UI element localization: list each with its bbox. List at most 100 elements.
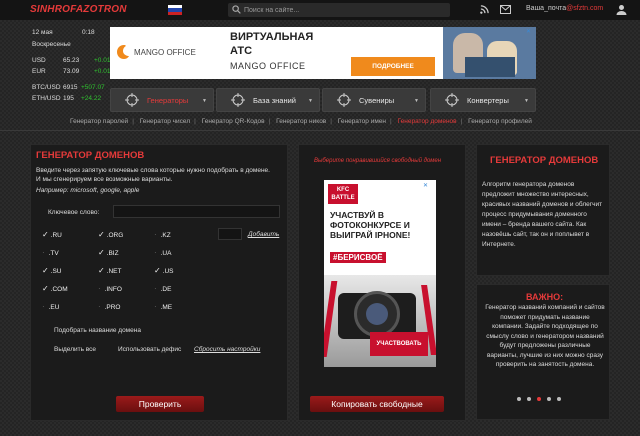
page-title: ГЕНЕРАТОР ДОМЕНОВ [36, 150, 145, 161]
add-link[interactable]: Добавить [248, 230, 279, 239]
nav-converters[interactable]: Конвертеры ▼ [430, 88, 536, 112]
rss-icon[interactable] [480, 5, 489, 14]
copy-free-button[interactable]: Копировать свободные [310, 396, 444, 412]
domain-checkbox-net[interactable]: ✓ .NET [98, 266, 121, 275]
nav-label: База знаний [253, 95, 296, 105]
adchoices-icon[interactable]: ✕ [526, 28, 531, 35]
email-input[interactable]: Ваша_почта@sfztn.com [526, 5, 603, 12]
rate-change: +0.01 [94, 68, 111, 75]
about-title: ГЕНЕРАТОР ДОМЕНОВ [490, 155, 599, 166]
nav-label: Генераторы [147, 95, 189, 105]
intro-text: Введите через запятую ключевые слова кот… [36, 167, 270, 183]
subnav-link-qr[interactable]: Генератор QR-Кодов [202, 118, 265, 125]
rate-value: 65.23 [63, 57, 80, 64]
email-domain: @sfztn.com [566, 5, 604, 12]
rate-value: 6915 [63, 84, 78, 91]
slider-dot[interactable] [557, 397, 561, 401]
domain-list: ✓ .RU ✓ .ORG · .KZ Добавить · .TV ✓ .BIZ… [42, 228, 282, 311]
domain-checkbox-biz[interactable]: ✓ .BIZ [98, 248, 119, 257]
ad-banner-kfc[interactable]: KFC BATTLE ✕ УЧАСТВУЙ В ФОТОКОНКУРСЕ И ВЫ… [324, 180, 436, 367]
nav-generators[interactable]: Генераторы ▼ [110, 88, 214, 112]
ad-photo [443, 27, 536, 79]
crosshair-icon [445, 93, 459, 107]
ad-banner-mango[interactable]: MANGO OFFICE ВИРТУАЛЬНАЯ АТС MANGO OFFIC… [110, 27, 536, 79]
subnav-link-passwords[interactable]: Генератор паролей [70, 118, 128, 125]
chevron-down-icon: ▼ [308, 98, 313, 104]
important-title: ВАЖНО: [526, 292, 564, 302]
kfc-badge: KFC BATTLE [328, 184, 358, 204]
about-text: Алгоритм генератора доменов предложит мн… [482, 181, 603, 248]
domain-checkbox-kz[interactable]: · .KZ [154, 230, 171, 239]
subnav-link-numbers[interactable]: Генератор чисел [140, 118, 190, 125]
chevron-down-icon: ▼ [414, 98, 419, 104]
rate-change: +0.01 [94, 57, 111, 64]
example-text: Например: microsoft, google, apple [36, 187, 140, 194]
domain-checkbox-me[interactable]: · .ME [154, 302, 172, 311]
domain-checkbox-ru[interactable]: ✓ .RU [42, 230, 62, 239]
domain-checkbox-us[interactable]: ✓ .US [154, 266, 174, 275]
site-logo[interactable]: SINHROFAZOTRON [30, 4, 127, 15]
nav-knowledge-base[interactable]: База знаний ▼ [216, 88, 320, 112]
slider-dot[interactable] [527, 397, 531, 401]
custom-zone-input[interactable] [218, 228, 242, 240]
mail-icon[interactable] [500, 5, 511, 14]
slider-dot[interactable] [547, 397, 551, 401]
ad-brand: MANGO OFFICE [134, 48, 196, 57]
nav-label: Сувениры [359, 95, 395, 105]
rate-name: EUR [32, 68, 46, 75]
option-select-all[interactable]: Выделить все [54, 345, 96, 354]
subnav-link-names[interactable]: Генератор имен [338, 118, 386, 125]
domain-checkbox-ua[interactable]: · .UA [154, 248, 171, 257]
nav-souvenirs[interactable]: Сувениры ▼ [322, 88, 426, 112]
slider-dot[interactable] [517, 397, 521, 401]
rate-change: +24.22 [81, 95, 102, 102]
ad-cta-button[interactable]: ПОДРОБНЕЕ [351, 57, 435, 76]
ad-headline: АТС [230, 45, 253, 57]
domain-checkbox-tv[interactable]: · .TV [42, 248, 59, 257]
domain-checkbox-info[interactable]: · .INFO [98, 284, 122, 293]
domain-checkbox-su[interactable]: ✓ .SU [42, 266, 62, 275]
subnav-link-domains[interactable]: Генератор доменов [398, 118, 457, 125]
chevron-down-icon: ▼ [202, 98, 207, 104]
user-icon[interactable] [616, 4, 627, 15]
divider [0, 130, 640, 131]
domain-checkbox-org[interactable]: ✓ .ORG [98, 230, 123, 239]
rate-name: USD [32, 57, 46, 64]
current-weekday: Воскресенье [32, 41, 71, 48]
reset-settings-link[interactable]: Сбросить настройки [194, 345, 260, 354]
domain-checkbox-de[interactable]: · .DE [154, 284, 171, 293]
rate-change: +507.07 [81, 84, 105, 91]
option-use-hyphen[interactable]: Использовать дефис [118, 345, 181, 354]
search-input[interactable] [244, 3, 444, 17]
current-date: 12 мая [32, 29, 53, 36]
keyword-input[interactable] [113, 205, 280, 218]
mango-logo-icon [117, 45, 129, 59]
domain-checkbox-eu[interactable]: · .EU [42, 302, 59, 311]
rate-name: BTC/USD [32, 84, 61, 91]
ad-side-cta[interactable]: УЧАСТВОВАТЬ [370, 332, 428, 356]
nav-label: Конвертеры [467, 95, 509, 105]
rate-value: 195 [63, 95, 74, 102]
current-time: 0:18 [82, 29, 95, 36]
check-button[interactable]: Проверить [116, 396, 204, 412]
subnav-link-nicknames[interactable]: Генератор ников [276, 118, 326, 125]
sub-navigation: Генератор паролей | Генератор чисел | Гене… [70, 118, 532, 125]
ad-side-hashtag: #БЕРИСВОЁ [330, 252, 386, 263]
ad-side-text: УЧАСТВУЙ В ФОТОКОНКУРСЕ И ВЫИГРАЙ IPHONE… [330, 210, 411, 240]
subnav-link-profiles[interactable]: Генератор профилей [468, 118, 532, 125]
crosshair-icon [231, 93, 245, 107]
results-hint: Выберите понравившийся свободный домен [314, 158, 442, 164]
search-icon[interactable] [232, 5, 241, 14]
russian-flag-icon[interactable] [168, 5, 182, 15]
slider-dot-active[interactable] [537, 397, 541, 401]
crosshair-icon [337, 93, 351, 107]
domain-checkbox-com[interactable]: ✓ .COM [42, 284, 68, 293]
option-match-name[interactable]: Подобрать название домена [54, 326, 141, 335]
domain-checkbox-pro[interactable]: · .PRO [98, 302, 120, 311]
adchoices-icon[interactable]: ✕ [423, 182, 428, 189]
slider-dots [514, 396, 564, 403]
rate-name: ETH/USD [32, 95, 61, 102]
ad-headline: ВИРТУАЛЬНАЯ [230, 31, 314, 43]
email-user: Ваша_почта [526, 5, 567, 12]
chevron-down-icon: ▼ [524, 98, 529, 104]
